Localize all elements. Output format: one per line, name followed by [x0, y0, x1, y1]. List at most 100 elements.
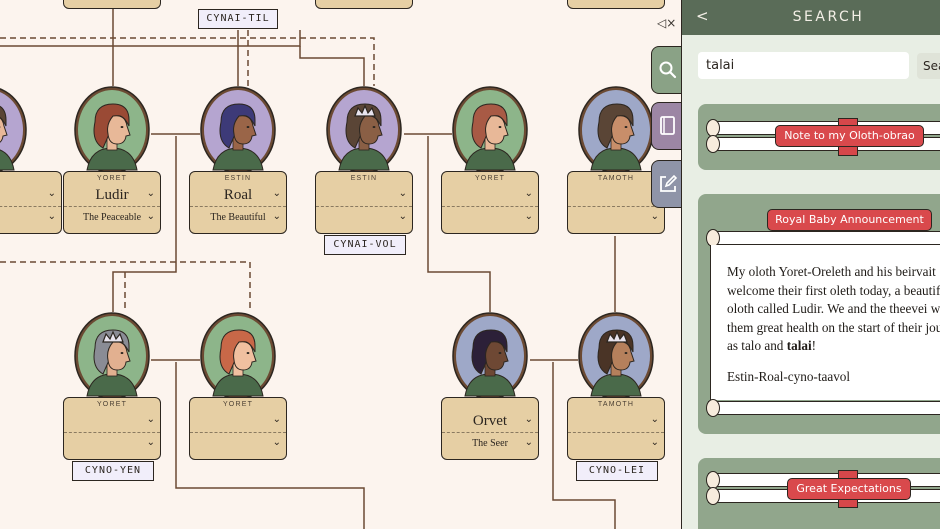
member-portrait[interactable]	[577, 86, 655, 179]
house-tag-cynai-til[interactable]: CYNAI-TIL	[198, 9, 278, 29]
chevron-down-icon: ⌄	[272, 211, 281, 222]
mute-sound-icon[interactable]: ◁×	[657, 16, 676, 30]
member-card[interactable]: ESTIN Roal ⌄ The Beautiful ⌄	[189, 171, 287, 234]
pencil-square-icon	[659, 174, 677, 192]
member-portrait[interactable]	[199, 86, 277, 179]
chevron-down-icon: ⌄	[398, 211, 407, 222]
title-select[interactable]: ⌄	[316, 207, 412, 229]
member-house: YORET	[222, 401, 254, 408]
chevron-down-icon: ⌄	[272, 414, 281, 425]
member-house	[442, 401, 538, 410]
chevron-down-icon: ⌄	[650, 414, 659, 425]
result-card[interactable]: Great Expectations	[698, 458, 940, 529]
member-house: YORET	[474, 175, 506, 182]
member-portrait[interactable]	[577, 312, 655, 405]
result-title-ribbon[interactable]: Royal Baby Announcement	[767, 209, 932, 231]
chevron-down-icon: ⌄	[398, 188, 407, 199]
letter-paragraph: My oloth Yoret-Oreleth and his beirvait …	[727, 264, 940, 353]
name-select[interactable]: ⌄	[316, 184, 412, 207]
chevron-down-icon: ⌄	[146, 211, 155, 222]
title-select[interactable]: The Beautiful ⌄	[190, 207, 286, 229]
tab-journal[interactable]	[651, 102, 683, 150]
scroll-roller	[706, 399, 720, 417]
scroll-bottom-bar	[708, 401, 940, 415]
member-portrait-partial[interactable]	[0, 86, 28, 179]
magnifier-icon	[659, 61, 676, 79]
scroll-roller	[706, 135, 720, 153]
title-select[interactable]: ⌄	[190, 433, 286, 455]
member-house: ESTIN	[350, 175, 378, 182]
search-button[interactable]: Search	[917, 53, 940, 79]
name-select[interactable]: ⌄	[568, 410, 664, 433]
name-select[interactable]: Ludir ⌄	[64, 184, 160, 207]
title-select[interactable]: The Seer ⌄	[442, 433, 538, 455]
member-card[interactable]: Orvet ⌄ The Seer ⌄	[441, 397, 539, 460]
search-input[interactable]	[698, 52, 909, 79]
title-select[interactable]: ⌄	[64, 433, 160, 455]
chevron-down-icon: ⌄	[650, 211, 659, 222]
member-card[interactable]: YORET Ludir ⌄ The Peaceable ⌄	[63, 171, 161, 234]
result-title-ribbon[interactable]: Note to my Oloth-obrao	[775, 125, 924, 147]
name-select[interactable]: ⌄	[442, 184, 538, 207]
chevron-down-icon: ⌄	[524, 437, 533, 448]
member-portrait[interactable]	[451, 86, 529, 179]
member-portrait[interactable]	[199, 312, 277, 405]
top-card-3	[315, 0, 413, 9]
panel-header: < SEARCH	[682, 0, 940, 35]
result-card[interactable]: Note to my Oloth-obrao	[698, 104, 940, 170]
member-card-partial[interactable]: ⌄ ⌄	[0, 171, 62, 234]
name-select[interactable]: ⌄	[190, 410, 286, 433]
dashed-connector	[0, 37, 375, 86]
member-portrait[interactable]	[451, 312, 529, 405]
name-select[interactable]: Orvet ⌄	[442, 410, 538, 433]
member-portrait[interactable]	[73, 86, 151, 179]
chevron-down-icon: ⌄	[146, 414, 155, 425]
member-card[interactable]: YORET ⌄ ⌄	[441, 171, 539, 234]
house-tag[interactable]: CYNAI-VOL	[324, 235, 406, 255]
search-panel: < SEARCH Search Note to my Oloth-obrao R…	[681, 0, 940, 529]
chevron-down-icon: ⌄	[272, 437, 281, 448]
member-card[interactable]: TAMOTH ⌄ ⌄	[567, 397, 665, 460]
member-house: ESTIN	[224, 175, 252, 182]
search-highlight: talai	[786, 338, 812, 353]
member-house: TAMOTH	[597, 401, 635, 408]
family-tree[interactable]: CYNAI-TIL YORET Ludir ⌄ The Peaceable ⌄ ES…	[0, 0, 682, 529]
chevron-down-icon: ⌄	[524, 211, 533, 222]
house-tag[interactable]: CYNO-LEI	[576, 461, 658, 481]
connector	[299, 46, 365, 86]
title-select[interactable]: ⌄	[568, 433, 664, 455]
chevron-down-icon: ⌄	[650, 437, 659, 448]
book-icon	[659, 116, 675, 135]
result-title-ribbon[interactable]: Great Expectations	[787, 478, 911, 500]
panel-title: SEARCH	[792, 9, 865, 25]
member-card[interactable]: ESTIN ⌄ ⌄	[315, 171, 413, 234]
scroll-roller	[706, 487, 720, 505]
title-select[interactable]: The Peaceable ⌄	[64, 207, 160, 229]
member-card[interactable]: YORET ⌄ ⌄	[189, 397, 287, 460]
tab-edit[interactable]	[651, 160, 683, 208]
name-select[interactable]: ⌄	[568, 184, 664, 207]
chevron-down-icon: ⌄	[146, 188, 155, 199]
result-card-open[interactable]: Royal Baby Announcement My oloth Yoret-O…	[698, 194, 940, 434]
chevron-down-icon: ⌄	[272, 188, 281, 199]
member-house: TAMOTH	[597, 175, 635, 182]
chevron-down-icon: ⌄	[524, 188, 533, 199]
letter-signature: Estin-Roal-cyno-taavol	[727, 368, 851, 384]
name-select[interactable]: ⌄	[64, 410, 160, 433]
member-house: YORET	[96, 401, 128, 408]
scroll-top-bar	[708, 231, 940, 245]
member-portrait[interactable]	[73, 312, 151, 405]
house-tag[interactable]: CYNO-YEN	[72, 461, 154, 481]
member-card[interactable]: YORET ⌄ ⌄	[63, 397, 161, 460]
tab-search[interactable]	[651, 46, 683, 94]
letter-body: My oloth Yoret-Oreleth and his beirvait …	[710, 245, 940, 400]
member-portrait[interactable]	[325, 86, 403, 179]
member-house: YORET	[96, 175, 128, 182]
top-card-4	[567, 0, 665, 9]
chevron-down-icon: ⌄	[146, 437, 155, 448]
top-card-1	[63, 0, 161, 9]
name-select[interactable]: Roal ⌄	[190, 184, 286, 207]
chevron-down-icon: ⌄	[524, 414, 533, 425]
title-select[interactable]: ⌄	[442, 207, 538, 229]
title-select[interactable]: ⌄	[568, 207, 664, 229]
